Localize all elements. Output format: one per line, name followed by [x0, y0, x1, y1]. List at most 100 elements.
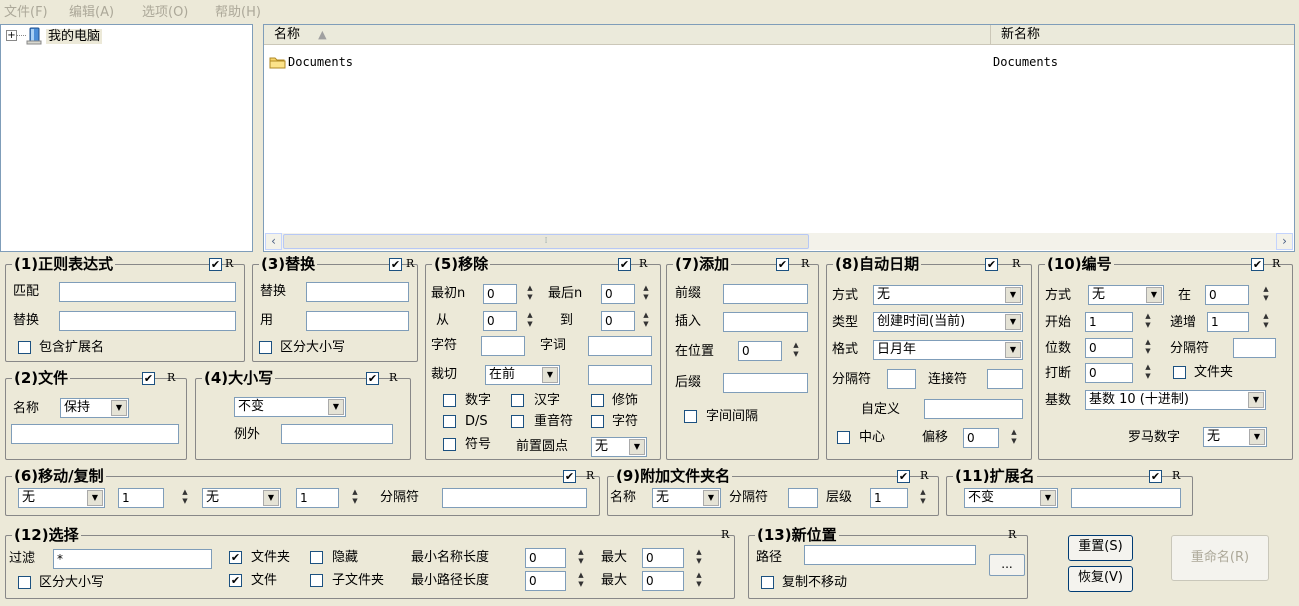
regex-reset-icon[interactable]: R	[225, 257, 233, 270]
movecopy-from-spinner[interactable]: ▲ ▼	[178, 488, 192, 508]
movecopy-reset-icon[interactable]: R	[586, 469, 594, 482]
movecopy-from-select[interactable]: 无 ▼	[18, 488, 105, 508]
autodate-joiner-input[interactable]	[987, 369, 1023, 389]
appendfolder-level-input[interactable]: 1	[870, 488, 908, 508]
case-reset-icon[interactable]: R	[389, 371, 397, 384]
selection-max2-input[interactable]: 0	[642, 571, 684, 591]
autodate-custom-input[interactable]	[924, 399, 1023, 419]
case-enable-checkbox[interactable]: ✔	[366, 372, 379, 385]
numbering-break-spinner[interactable]: ▲ ▼	[1141, 363, 1155, 383]
newlocation-copy-checkbox[interactable]	[761, 576, 774, 589]
remove-first-spinner[interactable]: ▲ ▼	[523, 284, 537, 304]
add-suffix-input[interactable]	[723, 373, 808, 393]
autodate-offset-spinner[interactable]: ▲ ▼	[1007, 428, 1021, 448]
add-word-space-checkbox[interactable]	[684, 410, 697, 423]
autodate-sep-input[interactable]	[887, 369, 916, 389]
numbering-sep-input[interactable]	[1233, 338, 1276, 358]
file-name-select[interactable]: 保持 ▼	[60, 398, 129, 418]
add-reset-icon[interactable]: R	[801, 257, 809, 270]
remove-reset-icon[interactable]: R	[639, 257, 647, 270]
file-reset-icon[interactable]: R	[167, 371, 175, 384]
regex-match-input[interactable]	[59, 282, 236, 302]
scroll-thumb[interactable]: ⁞	[283, 234, 809, 249]
movecopy-enable-checkbox[interactable]: ✔	[563, 470, 576, 483]
movecopy-from-n-input[interactable]: 1	[118, 488, 164, 508]
remove-chars2-checkbox[interactable]	[591, 415, 604, 428]
numbering-incr-input[interactable]: 1	[1207, 312, 1249, 332]
file-list[interactable]: 名称 ▲ 新名称 Documents Documents ‹ ⁞ ›	[263, 24, 1295, 252]
selection-minpath-spinner[interactable]: ▲ ▼	[574, 571, 588, 591]
remove-words-input[interactable]	[588, 336, 652, 356]
appendfolder-name-select[interactable]: 无 ▼	[652, 488, 721, 508]
numbering-incr-spinner[interactable]: ▲ ▼	[1259, 312, 1273, 332]
numbering-start-spinner[interactable]: ▲ ▼	[1141, 312, 1155, 332]
remove-crop-select[interactable]: 在前 ▼	[485, 365, 560, 385]
remove-from-input[interactable]: 0	[483, 311, 517, 331]
numbering-base-select[interactable]: 基数 10 (十进制) ▼	[1085, 390, 1266, 410]
menu-options[interactable]: 选项(O)	[142, 1, 188, 20]
appendfolder-reset-icon[interactable]: R	[920, 469, 928, 482]
remove-first-input[interactable]: 0	[483, 284, 517, 304]
selection-minpath-input[interactable]: 0	[525, 571, 566, 591]
column-header-newname[interactable]: 新名称	[991, 25, 1294, 45]
numbering-roman-select[interactable]: 无 ▼	[1203, 427, 1267, 447]
add-enable-checkbox[interactable]: ✔	[776, 258, 789, 271]
numbering-pad-input[interactable]: 0	[1085, 338, 1133, 358]
replace-enable-checkbox[interactable]: ✔	[389, 258, 402, 271]
autodate-enable-checkbox[interactable]: ✔	[985, 258, 998, 271]
remove-ds-checkbox[interactable]	[443, 415, 456, 428]
appendfolder-sep-input[interactable]	[788, 488, 818, 508]
numbering-folder-checkbox[interactable]	[1173, 366, 1186, 379]
replace-case-checkbox[interactable]	[259, 341, 272, 354]
movecopy-to-n-input[interactable]: 1	[296, 488, 339, 508]
autodate-offset-input[interactable]: 0	[963, 428, 999, 448]
scroll-left-icon[interactable]: ‹	[265, 233, 282, 250]
numbering-enable-checkbox[interactable]: ✔	[1251, 258, 1264, 271]
autodate-reset-icon[interactable]: R	[1012, 257, 1020, 270]
newlocation-browse-button[interactable]: ...	[989, 554, 1025, 576]
movecopy-to-spinner[interactable]: ▲ ▼	[348, 488, 362, 508]
remove-digits-checkbox[interactable]	[443, 394, 456, 407]
appendfolder-level-spinner[interactable]: ▲ ▼	[916, 488, 930, 508]
extension-enable-checkbox[interactable]: ✔	[1149, 470, 1162, 483]
replace-with-input[interactable]	[306, 311, 409, 331]
autodate-type-select[interactable]: 创建时间(当前) ▼	[873, 312, 1023, 332]
menu-edit[interactable]: 编辑(A)	[69, 1, 114, 20]
replace-reset-icon[interactable]: R	[406, 257, 414, 270]
autodate-center-checkbox[interactable]	[837, 431, 850, 444]
scroll-right-icon[interactable]: ›	[1276, 233, 1293, 250]
extension-reset-icon[interactable]: R	[1172, 469, 1180, 482]
extension-mode-select[interactable]: 不变 ▼	[964, 488, 1058, 508]
selection-minname-input[interactable]: 0	[525, 548, 566, 568]
add-at-input[interactable]: 0	[738, 341, 782, 361]
selection-max1-input[interactable]: 0	[642, 548, 684, 568]
autodate-mode-select[interactable]: 无 ▼	[873, 285, 1023, 305]
numbering-at-spinner[interactable]: ▲ ▼	[1259, 285, 1273, 305]
newlocation-reset-icon[interactable]: R	[1008, 528, 1016, 541]
selection-hidden-checkbox[interactable]	[310, 551, 323, 564]
menu-help[interactable]: 帮助(H)	[215, 1, 261, 20]
add-prefix-input[interactable]	[723, 284, 808, 304]
selection-minname-spinner[interactable]: ▲ ▼	[574, 548, 588, 568]
regex-include-ext-checkbox[interactable]	[18, 341, 31, 354]
selection-subfolders-checkbox[interactable]	[310, 574, 323, 587]
menu-file[interactable]: 文件(F)	[4, 1, 48, 20]
selection-case-checkbox[interactable]	[18, 576, 31, 589]
column-header-name[interactable]: 名称 ▲	[264, 25, 991, 45]
remove-to-input[interactable]: 0	[601, 311, 635, 331]
add-insert-input[interactable]	[723, 312, 808, 332]
autodate-format-select[interactable]: 日月年 ▼	[873, 340, 1023, 360]
selection-max1-spinner[interactable]: ▲ ▼	[692, 548, 706, 568]
tree-expander[interactable]: +	[6, 30, 17, 41]
selection-filter-input[interactable]: *	[53, 549, 212, 569]
movecopy-to-select[interactable]: 无 ▼	[202, 488, 281, 508]
case-except-input[interactable]	[281, 424, 393, 444]
reset-button[interactable]: 重置(S)	[1068, 535, 1133, 561]
numbering-at-input[interactable]: 0	[1205, 285, 1249, 305]
rename-button[interactable]: 重命名(R)	[1171, 535, 1269, 581]
remove-chars-input[interactable]	[481, 336, 525, 356]
numbering-pad-spinner[interactable]: ▲ ▼	[1141, 338, 1155, 358]
selection-max2-spinner[interactable]: ▲ ▼	[692, 571, 706, 591]
case-mode-select[interactable]: 不变 ▼	[234, 397, 346, 417]
selection-files-checkbox[interactable]: ✔	[229, 574, 242, 587]
